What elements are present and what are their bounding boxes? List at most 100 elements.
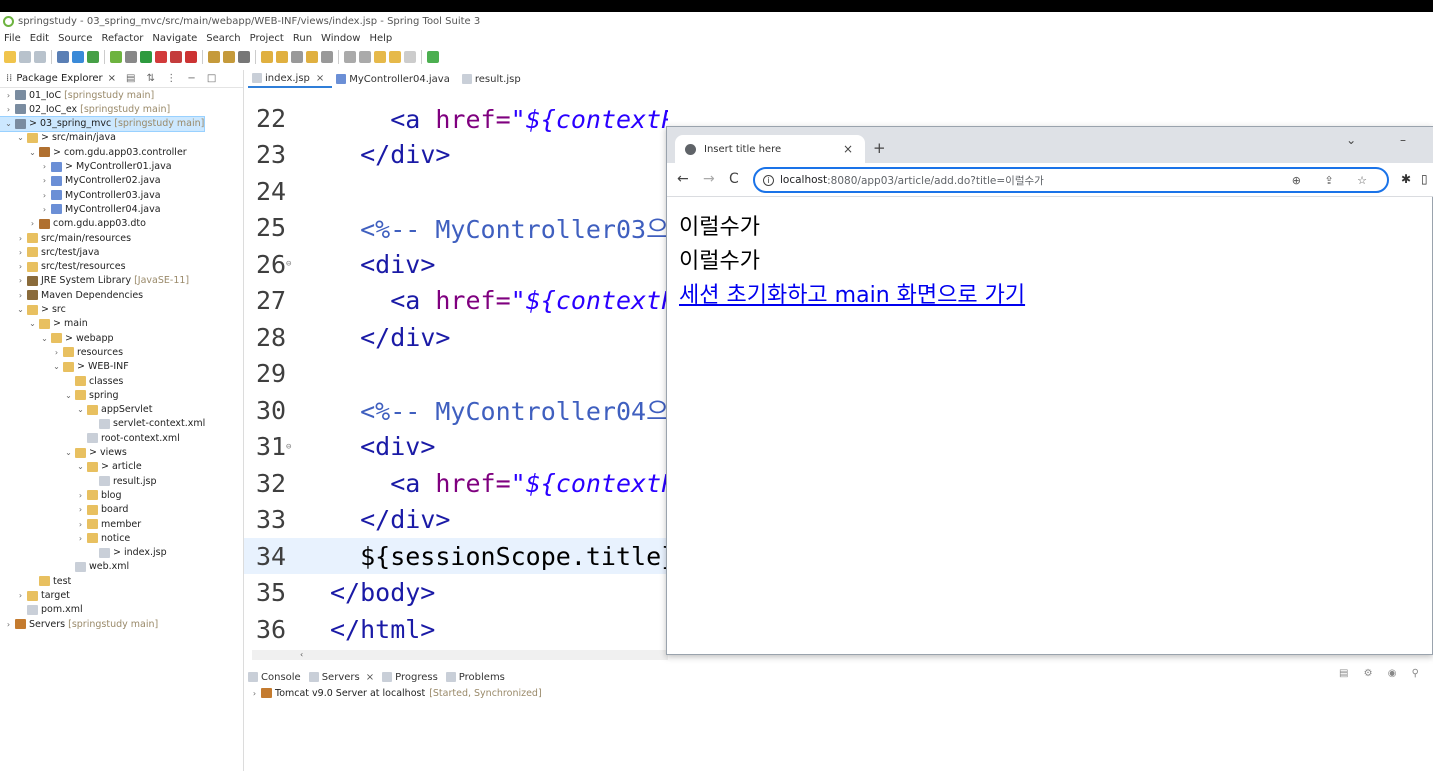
expand-icon[interactable]: ⌄	[76, 462, 85, 471]
editor-tab[interactable]: result.jsp	[458, 70, 529, 88]
tree-item[interactable]: › JRE System Library [JavaSE-11]	[0, 274, 189, 288]
next-annotation-icon[interactable]	[344, 51, 356, 63]
expand-icon[interactable]: ›	[40, 205, 49, 214]
expand-icon[interactable]: ⌄	[28, 319, 37, 328]
expand-icon[interactable]: ›	[16, 291, 25, 300]
search-icon[interactable]	[306, 51, 318, 63]
expand-icon[interactable]: ›	[76, 520, 85, 529]
code-line[interactable]: 32 <a href="${contextPa	[244, 465, 668, 501]
tab-close-icon[interactable]: ×	[843, 142, 853, 156]
expand-icon[interactable]: ›	[16, 276, 25, 285]
code-line[interactable]: 22 <a href="${contextPath}/member/list.d…	[244, 100, 668, 136]
code-line[interactable]: 28 </div>	[244, 319, 668, 355]
console-tab-progress[interactable]: Progress	[382, 672, 438, 683]
tree-item[interactable]: › member	[0, 517, 141, 531]
coverage-icon[interactable]	[155, 51, 167, 63]
info-icon[interactable]: i	[763, 174, 774, 186]
tree-item[interactable]: › Maven Dependencies	[0, 288, 143, 302]
expand-icon[interactable]: ⌄	[4, 119, 13, 128]
previous-annotation-icon[interactable]	[359, 51, 371, 63]
fold-toggle-icon[interactable]: ⊖	[286, 259, 291, 269]
expand-icon[interactable]: ›	[76, 505, 85, 514]
tree-item[interactable]: › 01_IoC [springstudy main]	[0, 88, 154, 102]
terminal-icon[interactable]	[57, 51, 69, 63]
menu-item-project[interactable]: Project	[250, 33, 284, 44]
boot-dashboard-icon[interactable]	[87, 51, 99, 63]
expand-icon[interactable]: ›	[76, 491, 85, 500]
spring-icon[interactable]	[110, 51, 122, 63]
open-type-icon[interactable]	[261, 51, 273, 63]
expand-icon[interactable]: ⌄	[40, 334, 49, 343]
external-tools-icon[interactable]	[185, 51, 197, 63]
expand-icon[interactable]: ›	[16, 234, 25, 243]
side-panel-icon[interactable]: ▯	[1421, 172, 1428, 186]
new-tab-button[interactable]: +	[873, 139, 886, 157]
code-line[interactable]: 25 <%-- MyController03으	[244, 210, 668, 246]
tree-item[interactable]: ⌄ > WEB-INF	[0, 360, 129, 374]
tree-item[interactable]: › MyController03.java	[0, 188, 161, 202]
code-line[interactable]: 27 <a href="${contextPa	[244, 283, 668, 319]
fold-toggle-icon[interactable]: ⊖	[286, 442, 291, 452]
view-toolbar-icons[interactable]: ▤ ⇅ ⋮ − □	[126, 73, 220, 84]
code-line[interactable]: 35 </body>	[244, 575, 668, 611]
reset-session-link[interactable]: 세션 초기화하고 main 화면으로 가기	[679, 283, 1025, 308]
expand-icon[interactable]: ⌄	[64, 448, 73, 457]
expand-icon[interactable]: ›	[40, 162, 49, 171]
forward-icon[interactable]	[404, 51, 416, 63]
tree-item[interactable]: › resources	[0, 345, 123, 359]
extensions-icon[interactable]: ✱	[1401, 172, 1411, 186]
new-java-package-icon[interactable]	[208, 51, 220, 63]
code-line[interactable]: 30 <%-- MyController04으	[244, 392, 668, 428]
tree-item[interactable]: › target	[0, 589, 70, 603]
browser-tab[interactable]: Insert title here ×	[675, 135, 865, 163]
menu-item-window[interactable]: Window	[321, 33, 360, 44]
tree-item[interactable]: test	[0, 574, 71, 588]
code-line[interactable]: 24	[244, 173, 668, 209]
expand-icon[interactable]: ›	[16, 262, 25, 271]
tree-item[interactable]: ⌄ > views	[0, 446, 127, 460]
tree-item[interactable]: › blog	[0, 488, 122, 502]
stop-icon[interactable]	[170, 51, 182, 63]
console-tab-servers[interactable]: Servers ×	[308, 672, 374, 683]
annotation-icon[interactable]	[321, 51, 333, 63]
tree-item[interactable]: › > MyController01.java	[0, 160, 172, 174]
expand-icon[interactable]: ›	[76, 534, 85, 543]
code-line[interactable]: 23 </div>	[244, 137, 668, 173]
tree-item[interactable]: › 02_IoC_ex [springstudy main]	[0, 102, 170, 116]
menu-item-run[interactable]: Run	[293, 33, 312, 44]
expand-icon[interactable]: ⌄	[16, 133, 25, 142]
tree-item[interactable]: ⌄ > article	[0, 460, 142, 474]
expand-icon[interactable]: ⌄	[28, 148, 37, 157]
editor-tab[interactable]: MyController04.java	[332, 70, 458, 88]
address-bar[interactable]: i localhost :8080/app03/article/add.do?t…	[753, 167, 1389, 193]
expand-icon[interactable]: ›	[40, 191, 49, 200]
tree-item[interactable]: servlet-context.xml	[0, 417, 205, 431]
settings-icon[interactable]	[238, 51, 250, 63]
console-tab-problems[interactable]: Problems	[445, 672, 505, 683]
horizontal-scrollbar[interactable]: ‹	[252, 650, 668, 660]
new-icon[interactable]	[4, 51, 16, 63]
menu-item-source[interactable]: Source	[58, 33, 92, 44]
server-row[interactable]: › Tomcat v9.0 Server at localhost [Start…	[250, 686, 542, 700]
open-task-icon[interactable]	[276, 51, 288, 63]
tree-item[interactable]: › src/main/resources	[0, 231, 131, 245]
code-line[interactable]: 31 ⊖ <div>	[244, 429, 668, 465]
tree-item[interactable]: › Servers [springstudy main]	[0, 617, 158, 631]
tab-close-icon[interactable]: ×	[316, 73, 324, 84]
tree-item[interactable]: ⌄ > 03_spring_mvc [springstudy main]	[0, 115, 206, 132]
code-line[interactable]: 29	[244, 356, 668, 392]
menu-item-search[interactable]: Search	[206, 33, 240, 44]
address-bar-icons[interactable]: ⊕ ⇪ ☆	[1292, 174, 1377, 187]
menu-item-help[interactable]: Help	[369, 33, 392, 44]
code-line[interactable]: 36 </html>	[244, 611, 668, 647]
expand-icon[interactable]: ⌄	[52, 362, 61, 371]
back-icon[interactable]	[389, 51, 401, 63]
tree-item[interactable]: › src/test/java	[0, 245, 100, 259]
menu-item-edit[interactable]: Edit	[30, 33, 49, 44]
code-line[interactable]: 26 ⊖ <div>	[244, 246, 668, 282]
editor-tab[interactable]: index.jsp ×	[248, 70, 333, 88]
console-toolbar-icons[interactable]: ▤ ⚙ ◉ ⚲	[1339, 668, 1425, 679]
expand-icon[interactable]: ›	[4, 620, 13, 629]
menu-item-file[interactable]: File	[4, 33, 21, 44]
tree-item[interactable]: ⌄ > src/main/java	[0, 131, 116, 145]
